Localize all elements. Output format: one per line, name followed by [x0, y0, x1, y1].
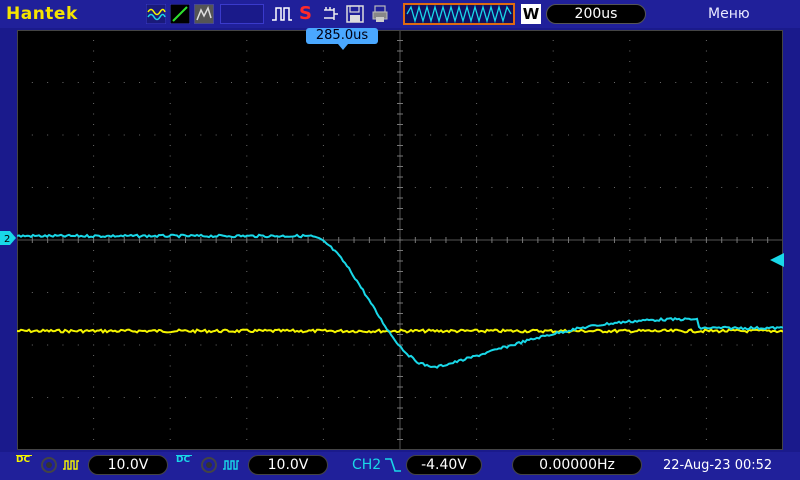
ch2-inactive-icon	[201, 457, 217, 473]
trigger-position-label[interactable]: 285.0us	[306, 28, 378, 44]
ch1-coupling: DC	[16, 455, 32, 465]
trigger-source[interactable]: CH2	[352, 457, 381, 473]
memory-window-indicator[interactable]	[403, 3, 515, 25]
acquisition-mode-badge: W	[521, 4, 541, 24]
ch1-volts-per-div[interactable]: 10.0V	[88, 455, 168, 475]
ch1-bandwidth-icon	[63, 460, 79, 470]
math-wave-icon[interactable]	[146, 4, 166, 24]
ch2-trace	[17, 233, 783, 369]
ch2-marker-icon[interactable]: 2	[0, 231, 16, 245]
ch2-bandwidth-icon	[223, 460, 239, 470]
ch1-inactive-icon	[41, 457, 57, 473]
trigger-position-arrow-icon	[338, 44, 348, 50]
save-disk-icon[interactable]	[345, 4, 365, 24]
trigger-level[interactable]: -4.40V	[406, 455, 482, 475]
timebase-display[interactable]: 200us	[546, 4, 646, 24]
pulse-trigger-icon[interactable]	[270, 4, 294, 24]
print-icon[interactable]	[370, 4, 390, 24]
trigger-level-arrow-icon[interactable]	[770, 253, 784, 267]
ramp-icon[interactable]	[170, 4, 190, 24]
menu-button[interactable]: Меню	[708, 6, 750, 22]
falling-edge-icon[interactable]	[384, 456, 402, 474]
top-toolbar	[0, 0, 800, 28]
ch1-trace	[17, 328, 783, 334]
ch2-volts-per-div[interactable]: 10.0V	[248, 455, 328, 475]
ch2-coupling: DC	[176, 455, 192, 465]
waveform-display[interactable]	[16, 29, 783, 451]
datetime-display: 22-Aug-23 00:52	[663, 458, 773, 473]
brand-logo: Hantek	[6, 4, 78, 24]
waveform-traces	[17, 233, 783, 369]
save-status-badge: S	[299, 3, 312, 24]
blank-status-box	[220, 4, 264, 24]
memory-waveform-icon	[406, 4, 512, 24]
frequency-counter: 0.00000Hz	[512, 455, 642, 475]
power-plug-icon	[324, 7, 338, 20]
svg-text:2: 2	[4, 234, 10, 245]
persistence-icon[interactable]	[194, 4, 214, 24]
